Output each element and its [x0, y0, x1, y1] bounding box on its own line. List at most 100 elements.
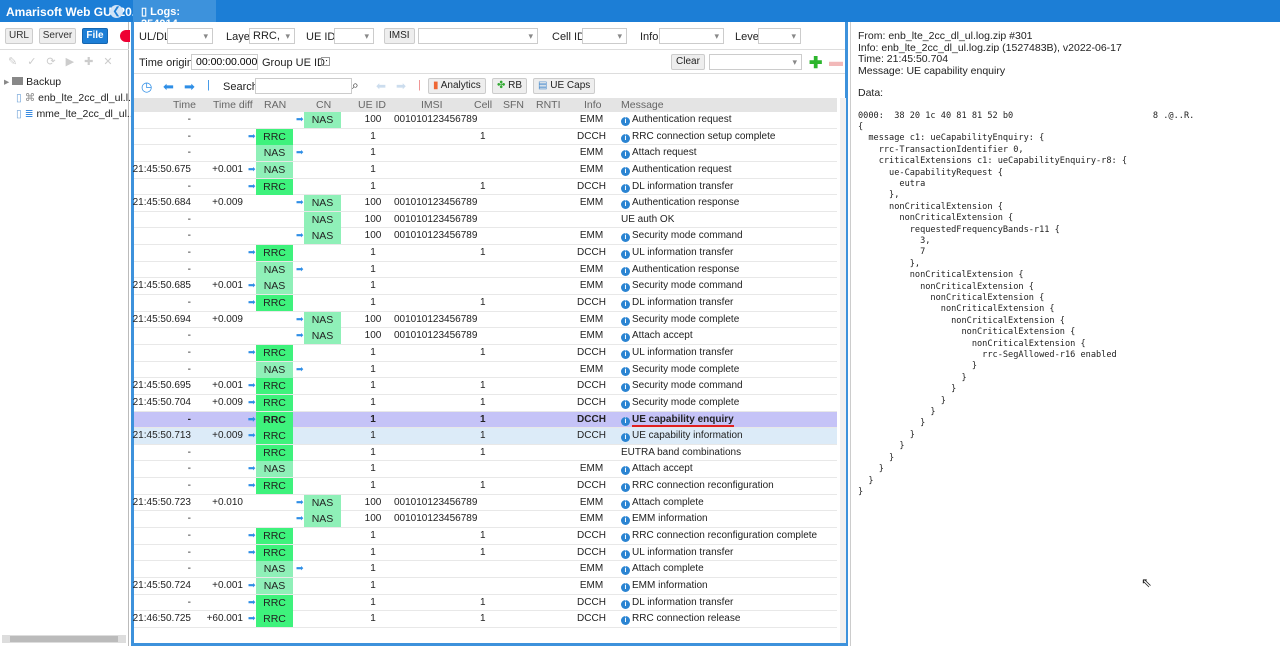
- uldl-select[interactable]: [167, 28, 213, 44]
- layer-select[interactable]: RRC,: [249, 28, 295, 44]
- table-row[interactable]: - ➡ RRC 1 1 DCCH i DL information transfer: [134, 594, 837, 612]
- filter-preset-select[interactable]: [709, 54, 802, 70]
- info-icon[interactable]: i: [621, 349, 630, 359]
- info-select[interactable]: [659, 28, 724, 44]
- table-row[interactable]: 21:45:50.724 +0.001 ➡ NAS 1 EMM i EMM informati…: [133, 577, 837, 595]
- info-icon[interactable]: i: [621, 250, 630, 260]
- info-icon[interactable]: i: [621, 266, 630, 276]
- col-sfn[interactable]: SFN: [503, 99, 524, 111]
- info-icon[interactable]: i: [621, 333, 630, 343]
- info-icon[interactable]: i: [621, 233, 630, 243]
- error-icon[interactable]: [120, 30, 130, 42]
- table-row[interactable]: - ➡ RRC 1 1 DCCH i DL information transfer: [134, 295, 837, 312]
- time-origin-input[interactable]: [191, 54, 258, 70]
- info-icon[interactable]: i: [621, 549, 630, 559]
- info-icon[interactable]: i: [621, 416, 630, 426]
- info-icon[interactable]: i: [621, 483, 630, 493]
- table-row[interactable]: - ➡ NAS 100 001010123456789 EMM i Security mode…: [134, 228, 837, 246]
- info-icon[interactable]: i: [621, 283, 630, 293]
- table-row[interactable]: - ➡ RRC 1 1 DCCH i UL information transfer: [134, 344, 837, 362]
- search-input[interactable]: [255, 78, 352, 94]
- file-button[interactable]: File: [82, 28, 108, 44]
- clock-icon[interactable]: ◷: [141, 79, 152, 95]
- table-row[interactable]: - ➡ RRC 1 1 DCCH i UE capability enquiry: [134, 411, 837, 429]
- table-row[interactable]: 21:46:50.725 +60.001 ➡ RRC 1 1 DCCH i RRC connec…: [133, 611, 837, 628]
- table-row[interactable]: - ➡ NAS 100 001010123456789 EMM i Attach accept: [134, 328, 837, 345]
- cellid-select[interactable]: [582, 28, 627, 44]
- ue-caps-button[interactable]: ▤ UE Caps: [533, 78, 596, 94]
- col-rnti[interactable]: RNTI: [536, 99, 561, 111]
- table-row[interactable]: - ➡ RRC 1 1 DCCH i RRC connection reconfigurati…: [134, 478, 837, 495]
- table-row[interactable]: 21:45:50.675 +0.001 ➡ NAS 1 EMM i Authenticatio…: [133, 161, 837, 179]
- col-ran[interactable]: RAN: [264, 99, 286, 111]
- table-row[interactable]: - ➡ NAS 100 001010123456789 EMM i Authenticatio…: [134, 112, 837, 129]
- table-row[interactable]: 21:45:50.694 +0.009 ➡ NAS 100 001010123456789…: [133, 311, 837, 329]
- info-icon[interactable]: i: [621, 183, 630, 193]
- binoculars-icon[interactable]: ⌕: [352, 78, 359, 93]
- info-icon[interactable]: i: [621, 200, 630, 210]
- info-icon[interactable]: i: [621, 399, 630, 409]
- info-icon[interactable]: i: [621, 533, 630, 543]
- table-row[interactable]: 21:45:50.684 +0.009 ➡ NAS 100 001010123456789…: [133, 195, 837, 212]
- table-row[interactable]: - ➡ NAS 1 EMM i Attach request: [134, 145, 837, 162]
- tree-file-mme[interactable]: ▯ ≣ mme_lte_2cc_dl_ul....: [16, 108, 139, 120]
- info-icon[interactable]: i: [621, 150, 630, 160]
- col-time[interactable]: Time: [173, 99, 196, 111]
- col-info[interactable]: Info: [584, 99, 602, 111]
- horizontal-scrollbar[interactable]: [2, 635, 126, 643]
- imsi-button[interactable]: IMSI: [384, 28, 415, 44]
- info-icon[interactable]: i: [621, 133, 630, 143]
- table-row[interactable]: - ➡ RRC 1 1 DCCH i DL information transfer: [134, 178, 837, 196]
- info-icon[interactable]: i: [621, 316, 630, 326]
- info-icon[interactable]: i: [621, 383, 630, 393]
- info-icon[interactable]: i: [621, 516, 630, 526]
- url-button[interactable]: URL: [5, 28, 33, 44]
- info-icon[interactable]: i: [621, 566, 630, 576]
- add-icon[interactable]: ✚: [809, 53, 822, 73]
- vertical-scrollbar[interactable]: [840, 98, 846, 643]
- table-row[interactable]: - RRC 1 1 EUTRA band combinations: [134, 444, 837, 462]
- table-row[interactable]: - ➡ RRC 1 1 DCCH i RRC connection setup complet…: [134, 128, 837, 146]
- table-row[interactable]: - NAS 100 001010123456789 UE auth OK: [134, 211, 837, 229]
- search-previous-icon[interactable]: ⬅: [376, 79, 386, 93]
- col-imsi[interactable]: IMSI: [421, 99, 443, 111]
- table-row[interactable]: 21:45:50.713 +0.009 ➡ RRC 1 1 DCCH i UE capabili…: [133, 428, 837, 445]
- previous-icon[interactable]: ⬅: [163, 79, 174, 95]
- col-cn[interactable]: CN: [316, 99, 331, 111]
- table-row[interactable]: - ➡ RRC 1 1 DCCH i UL information transfer: [134, 245, 837, 262]
- rb-button[interactable]: ✤ RB: [492, 78, 528, 94]
- info-icon[interactable]: i: [621, 582, 630, 592]
- tab-logs[interactable]: ▯ Logs: 254014: [133, 0, 216, 30]
- analytics-button[interactable]: ▮ Analytics: [428, 78, 486, 94]
- col-ueid[interactable]: UE ID: [358, 99, 386, 111]
- collapse-sidebar-icon[interactable]: ❮: [110, 5, 123, 18]
- info-icon[interactable]: i: [621, 466, 630, 476]
- clear-button[interactable]: Clear: [671, 54, 705, 70]
- table-row[interactable]: - ➡ RRC 1 1 DCCH i UL information transfer: [134, 544, 837, 562]
- ueid-select[interactable]: [334, 28, 374, 44]
- info-icon[interactable]: i: [621, 166, 630, 176]
- info-icon[interactable]: i: [621, 616, 630, 626]
- table-row[interactable]: - ➡ NAS 1 EMM i Security mode complete: [134, 361, 837, 379]
- info-icon[interactable]: i: [621, 499, 630, 509]
- table-row[interactable]: 21:45:50.685 +0.001 ➡ NAS 1 EMM i Security mode…: [133, 278, 837, 296]
- server-button[interactable]: Server: [39, 28, 76, 44]
- table-row[interactable]: 21:45:50.723 +0.010 ➡ NAS 100 001010123456789…: [133, 494, 837, 512]
- imsi-select[interactable]: [418, 28, 538, 44]
- tree-folder-backup[interactable]: ▸ Backup: [4, 76, 61, 88]
- table-row[interactable]: - ➡ NAS 1 EMM i Attach accept: [134, 461, 837, 479]
- level-select[interactable]: [758, 28, 801, 44]
- tree-file-enb[interactable]: ▯ ⌘ enb_lte_2cc_dl_ul.l...: [16, 92, 137, 104]
- remove-icon[interactable]: ▬: [829, 53, 843, 69]
- col-time-diff[interactable]: Time diff: [213, 99, 253, 111]
- table-row[interactable]: - ➡ NAS 1 EMM i Authentication response: [134, 261, 837, 279]
- search-next-icon[interactable]: ➡: [396, 79, 406, 93]
- table-row[interactable]: - ➡ NAS 1 EMM i Attach complete: [134, 561, 837, 578]
- table-row[interactable]: 21:45:50.704 +0.009 ➡ RRC 1 1 DCCH i Security mo…: [133, 394, 837, 412]
- table-row[interactable]: - ➡ RRC 1 1 DCCH i RRC connection reconfigurati…: [134, 528, 837, 545]
- group-ueid-checkbox[interactable]: [321, 57, 330, 66]
- info-icon[interactable]: i: [621, 117, 630, 126]
- info-icon[interactable]: i: [621, 433, 630, 443]
- info-icon[interactable]: i: [621, 366, 630, 376]
- col-message[interactable]: Message: [621, 99, 664, 111]
